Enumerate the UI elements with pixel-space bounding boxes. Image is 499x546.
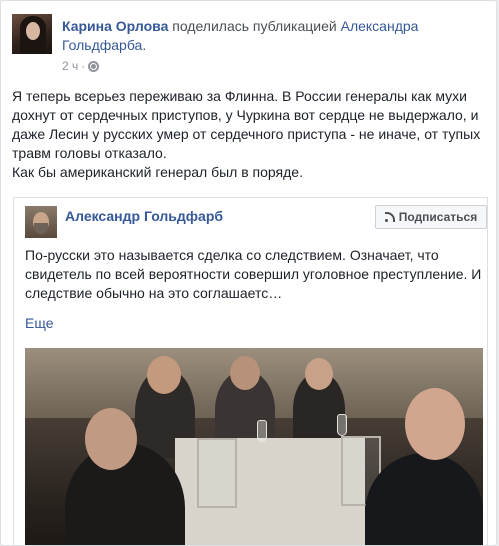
rss-icon (384, 212, 395, 222)
see-more-link[interactable]: Еще (25, 315, 54, 331)
post-timestamp[interactable]: 2 ч (62, 59, 78, 73)
post-body: Я теперь всерьез переживаю за Флинна. В … (12, 87, 490, 182)
meta-separator: · (81, 59, 86, 73)
post-header: Карина Орлова поделилась публикацией Але… (12, 13, 488, 77)
photo-chair (197, 438, 237, 508)
post-text-line: дохнут от сердечных приступов, у Чуркина… (12, 107, 479, 123)
shared-text-line: свидетель по всей вероятности совершил у… (25, 266, 482, 282)
shared-post: Александр Гольдфарб Подписаться По-русск… (13, 197, 488, 545)
photo-background-head (230, 356, 260, 390)
photo-background-head (305, 358, 333, 390)
author-avatar[interactable] (12, 14, 52, 54)
shared-avatar-beard (34, 223, 48, 234)
shared-post-photo[interactable] (25, 348, 483, 545)
follow-button-label: Подписаться (398, 210, 478, 224)
post-meta: 2 ч · (62, 59, 100, 73)
post-text-line: даже Лесин у русских умер от сердечного … (12, 126, 481, 142)
photo-foreground-head-right (405, 388, 465, 460)
author-name-link[interactable]: Карина Орлова (62, 18, 168, 34)
shared-text-line: следствие обычно на это соглашаетс… (25, 285, 283, 301)
avatar-face (26, 22, 40, 40)
post-text-line: травм головы отказало. (12, 145, 167, 161)
photo-foreground-person-right (365, 453, 483, 545)
share-action-text: поделилась публикацией (172, 18, 337, 34)
post-text-line: Как бы американский генерал был в порядe… (12, 164, 303, 180)
post-headline: Карина Орлова поделилась публикацией Але… (62, 17, 482, 55)
shared-post-body: По-русски это называется сделка со следс… (25, 246, 483, 303)
feed-post-card: Карина Орлова поделилась публикацией Але… (0, 0, 497, 546)
shared-author-name-link[interactable]: Александр Гольдфарб (65, 208, 223, 224)
post-text-line: Я теперь всерьез переживаю за Флинна. В … (12, 88, 467, 104)
photo-glass (337, 414, 347, 436)
follow-button[interactable]: Подписаться (375, 205, 487, 229)
shared-text-line: По-русски это называется сделка со следс… (25, 247, 439, 263)
headline-period: . (142, 37, 147, 53)
photo-background-head (147, 356, 181, 394)
photo-glass (257, 420, 267, 442)
globe-icon[interactable] (88, 60, 100, 72)
shared-author-avatar[interactable] (25, 206, 57, 238)
photo-foreground-head-left (85, 408, 137, 470)
